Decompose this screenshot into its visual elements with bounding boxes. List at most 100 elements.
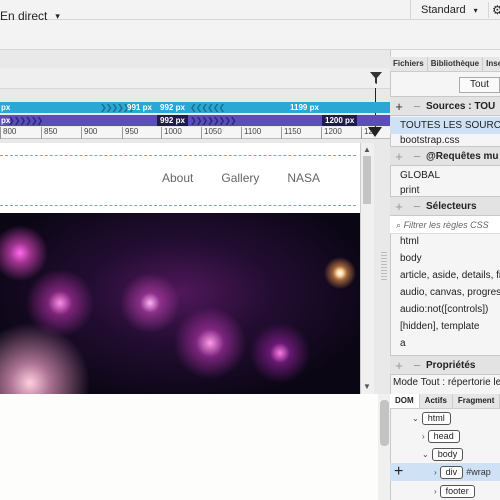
media-query-bar-1[interactable]: px ❯❯❯❯❯❯ 991 px 992 px ❮❮❮❮❮❮ 1199 px xyxy=(0,102,390,113)
media-queries-header: + − @Requêtes mu xyxy=(390,146,500,166)
preview-scroll-thumb[interactable] xyxy=(363,156,371,204)
add-icon[interactable]: + xyxy=(390,149,408,164)
tab-files[interactable]: Fichiers xyxy=(390,57,428,71)
filter-icon[interactable] xyxy=(370,72,382,84)
selector-item[interactable]: audio:not([controls]) xyxy=(390,301,500,318)
caret-down-icon[interactable]: ⌄ xyxy=(422,450,429,459)
tab-assets[interactable]: Actifs xyxy=(420,394,453,408)
nav-link-gallery[interactable]: Gallery xyxy=(221,171,259,185)
selectors-title: Sélecteurs xyxy=(426,200,477,212)
dom-tag: div xyxy=(439,465,464,479)
media-query-toolbar xyxy=(0,68,390,89)
ruler-tick: 1100 xyxy=(241,127,261,139)
properties-mode-text: Mode Tout : répertorie les xyxy=(393,377,500,388)
mq1-min-label: 992 px xyxy=(160,103,185,112)
ruler-tick: 950 xyxy=(122,127,138,139)
source-item-all[interactable]: TOUTES LES SOURCES xyxy=(390,117,500,134)
galaxy-image xyxy=(0,213,360,394)
dom-tag: html xyxy=(421,411,451,425)
mq1-max-label: 991 px xyxy=(127,103,152,112)
add-icon[interactable]: + xyxy=(390,358,408,373)
remove-icon[interactable]: − xyxy=(408,99,426,114)
dom-id-suffix: #wrap xyxy=(466,467,491,477)
live-view-dropdown[interactable]: En direct ▾ xyxy=(0,9,60,23)
gear-icon[interactable]: ⚙ xyxy=(488,2,500,18)
guide-line xyxy=(0,205,356,206)
chevrons: ❯❯❯❯❯❯❯❯ xyxy=(190,116,237,125)
source-item-bootstrap[interactable]: bootstrap.css xyxy=(390,134,500,146)
chevron-down-icon: ▾ xyxy=(55,10,60,21)
splitter-grip-icon[interactable] xyxy=(381,252,387,282)
dom-tag: footer xyxy=(439,484,475,498)
dom-node-body[interactable]: ⌄ body xyxy=(390,446,500,462)
ruler-tick: 1150 xyxy=(281,127,301,139)
ruler-tick: 850 xyxy=(41,127,57,139)
tab-insert[interactable]: Inse xyxy=(483,57,500,71)
selector-item[interactable]: audio, canvas, progress, xyxy=(390,284,500,301)
dom-tag: head xyxy=(427,429,460,443)
dom-node-html[interactable]: ⌄ html xyxy=(390,410,500,426)
css-filter-input[interactable]: ⌕ Filtrer les règles CSS xyxy=(390,216,500,234)
code-area xyxy=(0,394,378,500)
mq2-mid-label: 992 px xyxy=(157,115,188,126)
preview-nav: About Gallery NASA xyxy=(162,171,320,185)
ruler-tick: 800 xyxy=(0,127,16,139)
live-view-label: En direct xyxy=(0,9,48,23)
remove-icon[interactable]: − xyxy=(408,199,426,214)
outer-scroll-thumb[interactable] xyxy=(380,400,389,446)
chevron-down-icon: ▾ xyxy=(473,5,478,15)
ruler-tick: 1050 xyxy=(201,127,222,139)
tab-library[interactable]: Bibliothèque xyxy=(428,57,484,71)
tab-dom[interactable]: DOM xyxy=(390,394,420,408)
workspace-selector[interactable]: Standard ▾ xyxy=(410,0,478,20)
mq1-left-label: px xyxy=(1,103,11,112)
dom-node-div[interactable]: › div #wrap xyxy=(390,464,500,480)
dom-tag: body xyxy=(431,447,464,461)
nav-link-about[interactable]: About xyxy=(162,171,193,185)
mq2-right-label: 1200 px xyxy=(322,115,358,126)
horizontal-ruler: 800 850 900 950 1000 1050 1100 1150 1200… xyxy=(0,127,390,139)
dom-panel-tabs: DOM Actifs Fragment xyxy=(390,394,500,409)
workspace-label: Standard xyxy=(421,4,466,16)
dom-node-head[interactable]: › head xyxy=(390,428,500,444)
nav-link-nasa[interactable]: NASA xyxy=(287,171,320,185)
ruler-tick: 1200 xyxy=(321,127,342,139)
media-item-global[interactable]: GLOBAL xyxy=(390,167,500,184)
all-button[interactable]: Tout xyxy=(459,77,500,93)
document-toolbar xyxy=(0,20,500,50)
selector-item[interactable]: article, aside, details, fig xyxy=(390,267,500,284)
remove-icon[interactable]: − xyxy=(408,149,426,164)
sources-header: + − Sources : TOU xyxy=(390,96,500,116)
chevrons: ❯❯❯❯❯❯ xyxy=(8,116,43,125)
remove-icon[interactable]: − xyxy=(408,358,426,373)
add-icon[interactable]: + xyxy=(390,199,408,214)
caret-right-icon[interactable]: › xyxy=(434,468,437,477)
guide-line xyxy=(0,155,356,156)
scroll-down-icon[interactable]: ▼ xyxy=(363,382,371,391)
selector-item[interactable]: a xyxy=(390,335,500,352)
tab-fragments[interactable]: Fragment xyxy=(453,394,500,408)
add-icon[interactable]: + xyxy=(390,99,408,114)
selectors-header: + − Sélecteurs xyxy=(390,196,500,216)
css-filter-placeholder: Filtrer les règles CSS xyxy=(403,220,489,230)
dom-node-footer[interactable]: › footer xyxy=(390,483,500,499)
viewport-width-handle[interactable] xyxy=(368,127,382,137)
media-queries-title: @Requêtes mu xyxy=(426,150,499,162)
chevrons: ❮❮❮❮❮❮ xyxy=(190,103,225,112)
media-item-print[interactable]: print xyxy=(390,184,500,196)
panel-tabs: Fichiers Bibliothèque Inse xyxy=(390,57,500,72)
selector-item[interactable]: [hidden], template xyxy=(390,318,500,335)
selector-item[interactable]: html xyxy=(390,233,500,250)
selector-item[interactable]: body xyxy=(390,250,500,267)
properties-title: Propriétés xyxy=(426,359,476,371)
search-icon: ⌕ xyxy=(396,220,402,230)
caret-right-icon[interactable]: › xyxy=(422,432,425,441)
caret-right-icon[interactable]: › xyxy=(434,487,437,496)
ruler-tick: 1000 xyxy=(161,127,182,139)
mq1-right-label: 1199 px xyxy=(290,103,319,112)
scroll-up-icon[interactable]: ▲ xyxy=(363,145,371,154)
properties-header: + − Propriétés xyxy=(390,355,500,375)
caret-down-icon[interactable]: ⌄ xyxy=(412,414,419,423)
sources-title: Sources : TOU xyxy=(426,100,496,112)
media-query-bar-2[interactable]: px ❯❯❯❯❯❯ 992 px ❯❯❯❯❯❯❯❯ 1200 px xyxy=(0,115,390,126)
